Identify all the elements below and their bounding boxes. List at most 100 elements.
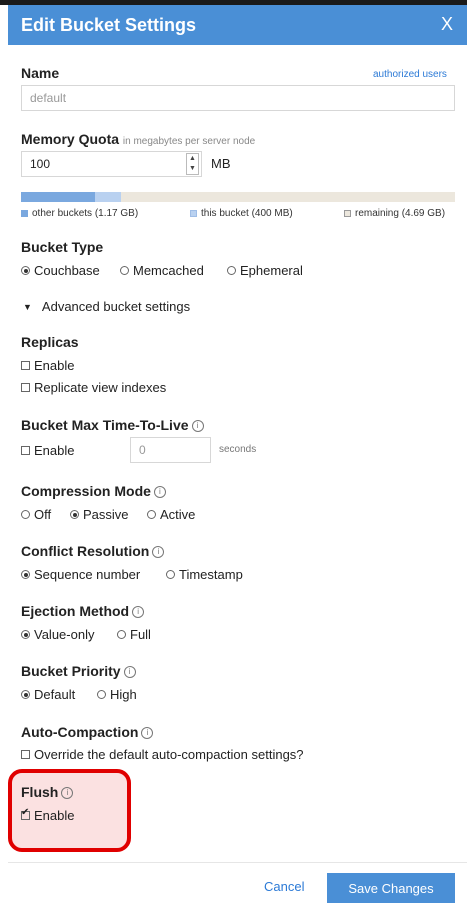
replicas-enable-label: Enable [34, 358, 75, 373]
cancel-button[interactable]: Cancel [264, 879, 304, 894]
info-icon[interactable]: i [61, 787, 74, 799]
ejection-full[interactable]: Full [117, 627, 151, 642]
advanced-settings-label: Advanced bucket settings [41, 299, 191, 314]
conflict-sequence-number[interactable]: Sequence number [21, 567, 140, 582]
ttl-title: Bucket Max Time-To-Live [21, 417, 189, 433]
bucket-type-memcached[interactable]: Memcached [120, 263, 204, 278]
radio-active-label: Active [160, 507, 196, 522]
ttl-seconds-input[interactable]: 0 [130, 437, 211, 463]
flush-enable[interactable]: Enable [21, 807, 75, 823]
auto-compaction-label: Auto-Compaction i [21, 724, 154, 740]
override-compaction-checkbox[interactable] [21, 750, 30, 759]
ttl-enable-checkbox[interactable] [21, 446, 30, 455]
radio-high-label: High [110, 687, 137, 702]
auto-compaction-title: Auto-Compaction [21, 724, 139, 740]
stepper-down-icon[interactable]: ▼ [187, 164, 198, 174]
legend-swatch-this [190, 210, 197, 217]
compression-passive[interactable]: Passive [70, 507, 129, 522]
legend-other-buckets: other buckets (1.17 GB) [21, 208, 138, 219]
memory-quota-sublabel: in megabytes per server node [122, 136, 256, 147]
radio-default-label: Default [34, 687, 76, 702]
memory-quota-input[interactable]: 100 ▲ ▼ [21, 151, 202, 177]
save-changes-button[interactable]: Save Changes [327, 873, 455, 903]
replicate-view-indexes[interactable]: Replicate view indexes [21, 380, 166, 395]
ttl-enable[interactable]: Enable [21, 443, 74, 458]
radio-ephemeral[interactable] [227, 266, 236, 275]
authorized-users-link[interactable]: authorized users [373, 69, 447, 80]
radio-timestamp-label: Timestamp [179, 567, 243, 582]
bucket-priority-label: Bucket Priority i [21, 663, 136, 679]
advanced-settings-toggle[interactable]: ▼ Advanced bucket settings [23, 299, 190, 314]
radio-default[interactable] [21, 690, 30, 699]
radio-sequence-number[interactable] [21, 570, 30, 579]
memory-quota-title: Memory Quota [21, 131, 120, 147]
flush-label: Flush i [21, 784, 74, 800]
radio-value-only-label: Value-only [34, 627, 95, 642]
radio-memcached-label: Memcached [133, 263, 204, 278]
name-label: Name [21, 65, 60, 81]
priority-default[interactable]: Default [21, 687, 75, 702]
ejection-value-only[interactable]: Value-only [21, 627, 94, 642]
info-icon[interactable]: i [141, 727, 154, 739]
radio-active[interactable] [147, 510, 156, 519]
replicate-view-indexes-label: Replicate view indexes [34, 380, 167, 395]
close-icon[interactable]: X [441, 14, 453, 35]
dialog-body: Name authorized users default Memory Quo… [8, 45, 467, 908]
memory-quota-unit: MB [211, 156, 231, 171]
radio-passive[interactable] [70, 510, 79, 519]
dialog-title: Edit Bucket Settings [21, 15, 197, 35]
info-icon[interactable]: i [123, 666, 136, 678]
radio-off-label: Off [34, 507, 52, 522]
bucket-type-label: Bucket Type [21, 239, 104, 255]
override-compaction-label: Override the default auto-compaction set… [34, 747, 304, 762]
memory-quota-value: 100 [30, 157, 51, 171]
replicate-view-indexes-checkbox[interactable] [21, 383, 30, 392]
compression-off[interactable]: Off [21, 507, 51, 522]
radio-high[interactable] [97, 690, 106, 699]
legend-remaining-text: remaining (4.69 GB) [355, 208, 446, 219]
bar-this-bucket [94, 192, 121, 202]
info-icon[interactable]: i [152, 546, 165, 558]
info-icon[interactable]: i [191, 420, 204, 432]
radio-full[interactable] [117, 630, 126, 639]
memory-usage-bar [21, 192, 455, 202]
radio-value-only[interactable] [21, 630, 30, 639]
flush-title: Flush [21, 784, 59, 800]
radio-timestamp[interactable] [166, 570, 175, 579]
legend-other-text: other buckets (1.17 GB) [32, 208, 139, 219]
info-icon[interactable]: i [132, 606, 145, 618]
radio-memcached[interactable] [120, 266, 129, 275]
legend-swatch-other [21, 210, 28, 217]
radio-sequence-number-label: Sequence number [34, 567, 141, 582]
compression-title: Compression Mode [21, 483, 151, 499]
ejection-method-label: Ejection Method i [21, 603, 145, 619]
ttl-label: Bucket Max Time-To-Live i [21, 417, 204, 433]
stepper-up-icon[interactable]: ▲ [187, 154, 198, 164]
legend-this-bucket: this bucket (400 MB) [190, 208, 293, 219]
info-icon[interactable]: i [153, 486, 166, 498]
conflict-timestamp[interactable]: Timestamp [166, 567, 243, 582]
dialog-header: Edit Bucket Settings X [8, 5, 467, 45]
flush-enable-label: Enable [34, 808, 75, 823]
legend-swatch-remaining [344, 210, 351, 217]
bucket-type-couchbase[interactable]: Couchbase [21, 263, 100, 278]
legend-remaining: remaining (4.69 GB) [344, 208, 445, 219]
caret-down-icon: ▼ [23, 301, 32, 312]
memory-quota-stepper[interactable]: ▲ ▼ [186, 153, 199, 175]
replicas-enable-checkbox[interactable] [21, 361, 30, 370]
radio-ephemeral-label: Ephemeral [240, 263, 303, 278]
flush-enable-checkbox[interactable] [21, 807, 30, 820]
ejection-method-title: Ejection Method [21, 603, 130, 619]
radio-couchbase[interactable] [21, 266, 30, 275]
bucket-type-ephemeral[interactable]: Ephemeral [227, 263, 303, 278]
priority-high[interactable]: High [97, 687, 137, 702]
ttl-seconds-value: 0 [139, 443, 146, 457]
override-compaction[interactable]: Override the default auto-compaction set… [21, 747, 304, 762]
bucket-name-value: default [30, 91, 67, 105]
bucket-name-field[interactable]: default [21, 85, 455, 111]
replicas-enable[interactable]: Enable [21, 358, 74, 373]
radio-off[interactable] [21, 510, 30, 519]
compression-active[interactable]: Active [147, 507, 195, 522]
bucket-priority-title: Bucket Priority [21, 663, 121, 679]
radio-full-label: Full [130, 627, 151, 642]
